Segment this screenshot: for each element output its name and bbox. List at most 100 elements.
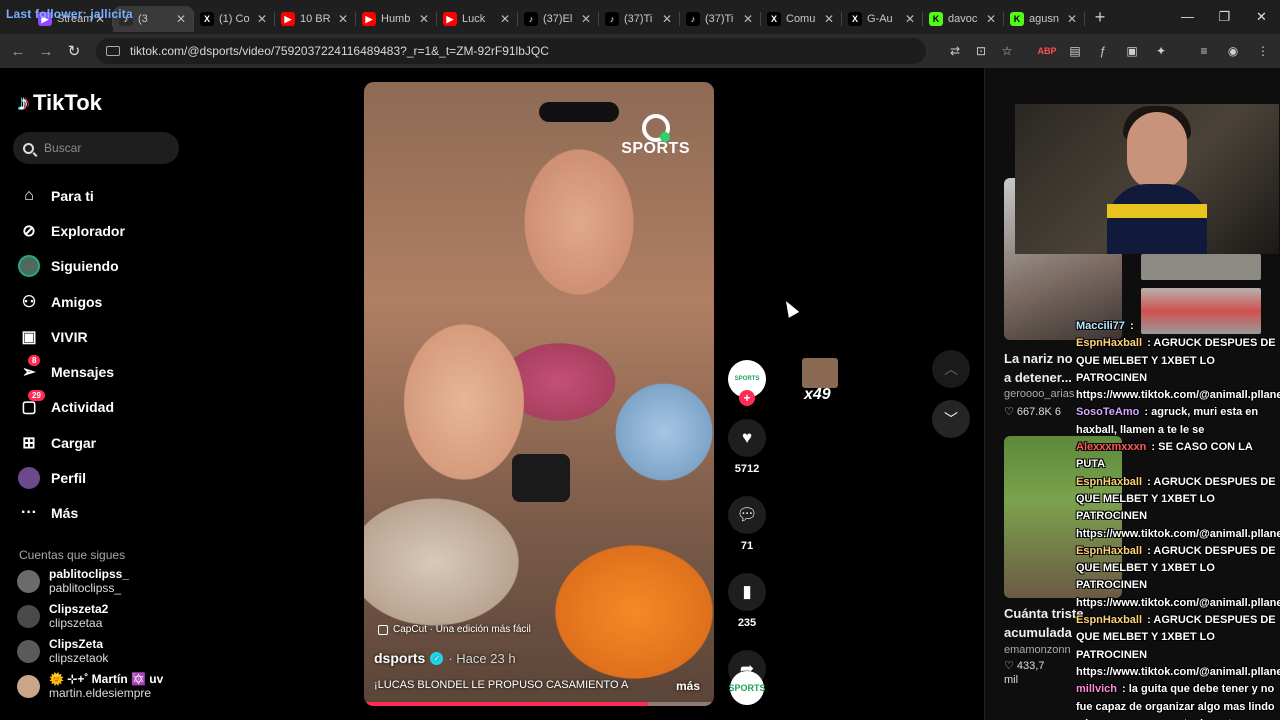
following-account[interactable]: ClipsZeta clipszetaok [17, 638, 108, 665]
close-window-icon[interactable]: ✕ [1243, 0, 1280, 34]
heart-icon[interactable]: ♥ [728, 419, 766, 457]
media-control-icon[interactable]: ≡ [1193, 40, 1215, 62]
sidebar-item-messages[interactable]: ➢ 8 Mensajes [18, 354, 125, 389]
browser-tab[interactable]: Kdavoc ✕ [923, 6, 1004, 32]
search-icon [23, 142, 34, 154]
live-icon: ▣ [21, 328, 37, 346]
creator-avatar[interactable]: SPORTS + [728, 360, 766, 406]
tab-close-icon[interactable]: ✕ [579, 12, 593, 26]
browser-tab[interactable]: ♪ (37)Ti ✕ [680, 6, 761, 32]
author-name[interactable]: dsports [374, 650, 425, 666]
browser-tab[interactable]: ▶ Stream ✕ [32, 6, 113, 32]
home-icon: ⌂ [24, 186, 34, 204]
tiktok-logo[interactable]: ♪ TikTok [18, 90, 102, 116]
sidebar-item-upload[interactable]: ⊞ Cargar [18, 425, 125, 460]
video-player[interactable]: SPORTS CapCut · Una edición más fácil ds… [364, 82, 714, 706]
sidebar-item-compass[interactable]: ⊘ Explorador [18, 213, 125, 248]
tab-close-icon[interactable]: ✕ [741, 12, 755, 26]
address-bar[interactable]: tiktok.com/@dsports/video/75920372241164… [96, 38, 926, 64]
screenshot-icon[interactable]: ▣ [1121, 40, 1143, 62]
bookmark-star-icon[interactable]: ☆ [996, 40, 1018, 62]
tab-close-icon[interactable]: ✕ [498, 12, 512, 26]
sidebar-item-label: Cargar [51, 434, 97, 451]
like-action: ♥ 5712 [728, 419, 766, 475]
tab-close-icon[interactable]: ✕ [822, 12, 836, 26]
tab-close-icon[interactable]: ✕ [1065, 12, 1079, 26]
recommended-title-2[interactable]: Cuánta triste acumulada [1004, 604, 1083, 642]
forward-icon[interactable]: → [32, 43, 60, 60]
following-account[interactable]: Clipszeta2 clipszetaa [17, 603, 108, 630]
capcut-label[interactable]: CapCut · Una edición más fácil [378, 624, 531, 635]
tab-close-icon[interactable]: ✕ [336, 12, 350, 26]
tab-close-icon[interactable]: ✕ [417, 12, 431, 26]
previous-video-button[interactable]: ︿ [932, 350, 970, 388]
browser-tab[interactable]: ▶ 10 BR ✕ [275, 6, 356, 32]
sidebar-item-label: VIVIR [51, 328, 88, 345]
browser-tab[interactable]: ♪ (37)El ✕ [518, 6, 599, 32]
more-button[interactable]: más [676, 679, 700, 693]
site-info-icon[interactable] [106, 46, 120, 56]
chat-username: Alexxxmxxxn [1076, 441, 1147, 454]
video-progress-bar[interactable] [364, 702, 714, 706]
window-controls: — ❐ ✕ [1169, 0, 1280, 34]
browser-tab[interactable]: ▶ Luck ✕ [437, 6, 518, 32]
sidebar-item-activity[interactable]: ▢ 29 Actividad [18, 390, 125, 425]
music-disc-icon[interactable]: SPORTS [729, 671, 766, 705]
recommended-author-1[interactable]: geroooo_arias [1004, 388, 1074, 400]
browser-tab[interactable]: X (1) Co ✕ [194, 6, 275, 32]
browser-tab[interactable]: ▶ Humb ✕ [356, 6, 437, 32]
search-input[interactable]: Buscar [13, 132, 179, 164]
follow-plus-icon[interactable]: + [739, 390, 755, 406]
sidebar-item-friends[interactable]: ⚇ Amigos [18, 284, 125, 319]
tab-close-icon[interactable]: ✕ [93, 12, 107, 26]
back-icon[interactable]: ← [4, 43, 32, 60]
browser-tab[interactable]: X G-Au ✕ [842, 6, 923, 32]
video-frame [364, 82, 714, 706]
next-video-button[interactable]: ﹀ [932, 400, 970, 438]
browser-tab[interactable]: ♪ (37)Ti ✕ [599, 6, 680, 32]
tab-title: 10 BR [300, 13, 331, 25]
translate-icon[interactable]: ⇄ [944, 40, 966, 62]
comment-icon[interactable]: 💬︎ [728, 496, 766, 534]
webcam-face [1127, 112, 1187, 190]
tab-title: (3 [138, 13, 148, 25]
tab-close-icon[interactable]: ✕ [984, 12, 998, 26]
menu-kebab-icon[interactable]: ⋮ [1252, 40, 1274, 62]
tab-close-icon[interactable]: ✕ [255, 12, 269, 26]
post-time: · Hace 23 h [448, 650, 516, 666]
browser-tab[interactable]: Kagusn ✕ [1004, 6, 1085, 32]
bookmark-icon[interactable]: ▮ [728, 573, 766, 611]
tab-close-icon[interactable]: ✕ [174, 12, 188, 26]
sidebar-item-home[interactable]: ⌂ Para ti [18, 178, 125, 213]
minimize-icon[interactable]: — [1169, 0, 1206, 34]
script-icon[interactable]: ƒ [1092, 40, 1114, 62]
extensions-puzzle-icon[interactable]: ✦ [1150, 40, 1172, 62]
browser-tab[interactable]: ♪ (3 ✕ [113, 6, 194, 32]
recommended-author-2[interactable]: emamonzonn [1004, 644, 1071, 656]
tab-close-icon[interactable]: ✕ [903, 12, 917, 26]
following-account[interactable]: 🌞 ⊹+˚ Martín 🔯 uv martin.eldesiempre [17, 673, 163, 700]
capcut-icon [378, 624, 388, 635]
avatar [17, 570, 40, 593]
tab-close-icon[interactable]: ✕ [660, 12, 674, 26]
chat-message: EspnHaxball : AGRUCK DESPUES DE QUE MELB… [1076, 335, 1280, 404]
sidebar-item-profile-avatar[interactable]: Perfil [18, 460, 125, 495]
install-icon[interactable]: ⊡ [970, 40, 992, 62]
extension-icon[interactable]: ▤ [1064, 40, 1086, 62]
sidebar-item-label: Explorador [51, 222, 125, 239]
new-tab-icon[interactable]: + [1085, 7, 1115, 28]
sidebar-item-following-avatar[interactable]: Siguiendo [18, 249, 125, 284]
restore-icon[interactable]: ❐ [1206, 0, 1243, 34]
chat-message: Alexxxmxxxn : SE CASO CON LA PUTA [1076, 441, 1253, 471]
following-account[interactable]: pablitoclipss_ pablitoclipss_ [17, 568, 129, 595]
chat-username: EspnHaxball [1076, 337, 1143, 350]
browser-tab[interactable]: X Comu ✕ [761, 6, 842, 32]
recommended-likes-2: ♡ 433,7 mil [1004, 660, 1045, 686]
sidebar-item-more[interactable]: ··· Más [18, 496, 125, 531]
reload-icon[interactable]: ↻ [60, 42, 88, 60]
tab-favicon-icon: K [929, 12, 943, 26]
profile-avatar-icon[interactable]: ◉ [1222, 40, 1244, 62]
adblock-icon[interactable]: ABP [1036, 40, 1058, 62]
sidebar-item-live[interactable]: ▣ VIVIR [18, 319, 125, 354]
chat-username: EspnHaxball [1076, 614, 1143, 627]
